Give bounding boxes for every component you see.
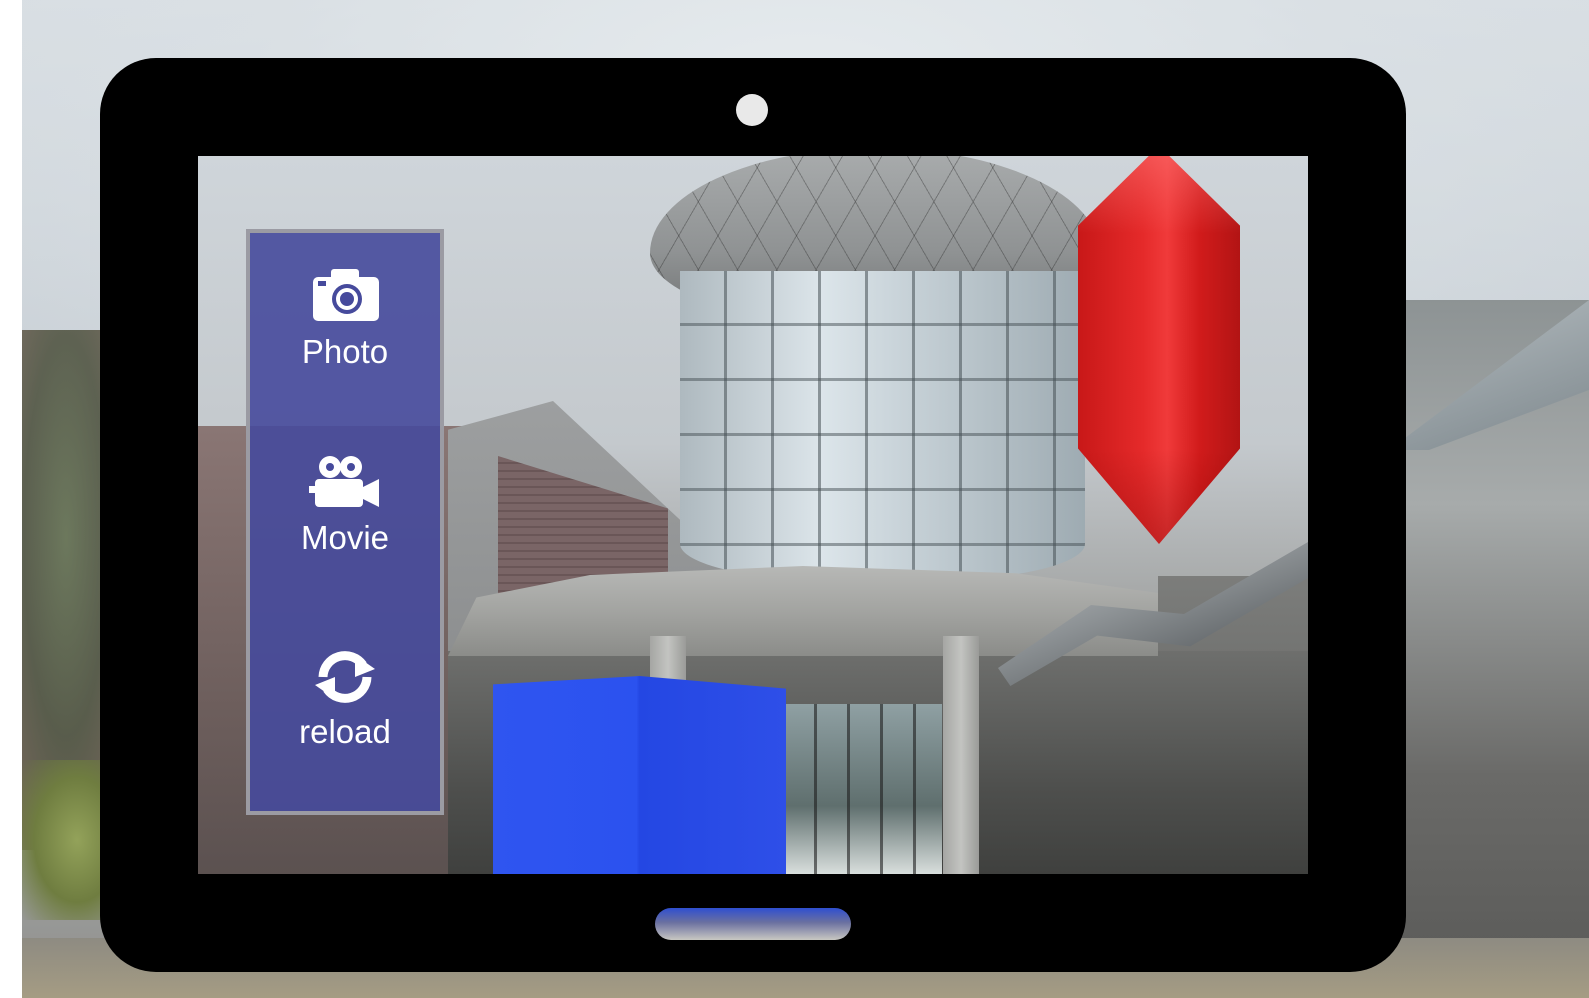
home-button[interactable] xyxy=(655,908,851,940)
photo-button[interactable]: Photo xyxy=(250,265,440,395)
ar-camera-view[interactable]: Photo Movie reload xyxy=(198,156,1308,874)
reload-icon xyxy=(309,647,381,707)
movie-label: Movie xyxy=(300,519,390,556)
reload-label: reload xyxy=(299,713,391,750)
control-panel: Photo Movie reload xyxy=(246,229,444,815)
ar-red-crystal-shading xyxy=(1078,156,1240,544)
tablet-frame: Photo Movie reload xyxy=(100,58,1406,972)
entrance xyxy=(784,704,942,874)
movie-camera-icon xyxy=(309,453,381,513)
movie-button[interactable]: Movie xyxy=(250,453,440,583)
camera-icon xyxy=(309,265,381,325)
glass-tower xyxy=(680,271,1085,581)
front-camera-icon xyxy=(736,94,768,126)
ar-blue-cube[interactable] xyxy=(493,676,786,874)
photo-label: Photo xyxy=(301,333,389,370)
reload-button[interactable]: reload xyxy=(250,647,440,777)
pillar xyxy=(943,636,979,874)
